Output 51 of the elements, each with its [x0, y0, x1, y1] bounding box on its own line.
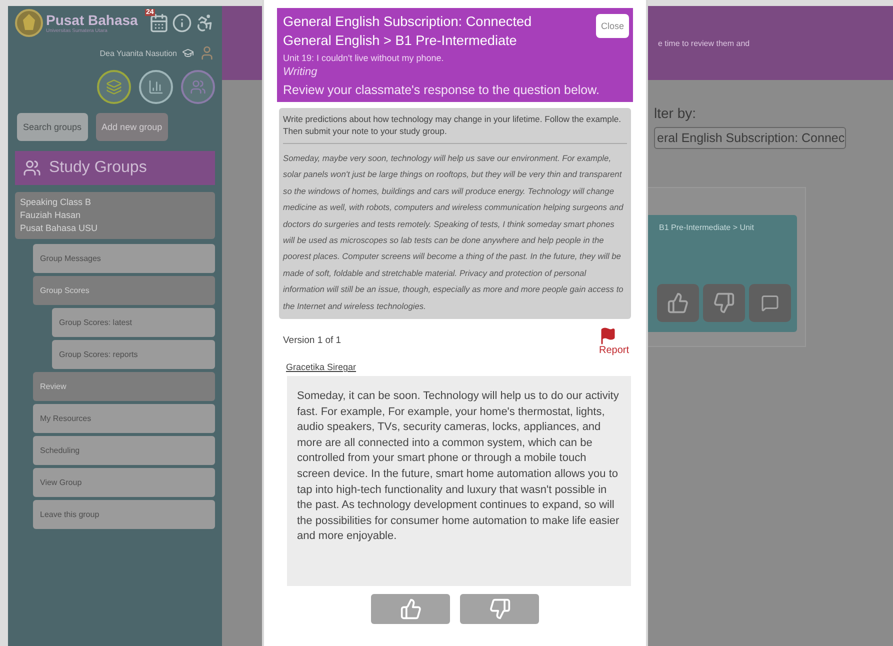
like-button[interactable] [371, 594, 450, 624]
sidebar-item[interactable]: Group Scores [33, 276, 215, 305]
author-link[interactable]: Gracetika Siregar [286, 362, 356, 372]
chart-icon[interactable] [139, 70, 173, 104]
sidebar-item[interactable]: Review [33, 372, 215, 401]
filter-select[interactable]: eral English Subscription: Connec [654, 127, 846, 149]
response-text: Someday, it can be soon. Technology will help us to do our activity fast. For example, For example, your home's thermostat, lights, audio speakers, TVs, security cameras, locks, appliances, and more are all connected into a common system, which can be controlled from your smart phone or through a mobile touch screen device. In the future, smart home automation allows you to tap into high-tech functionality and luxury that wasn't possible in the past. As technology development continues to expand, so will the possibilities for consumer home automation to make life easier and more enjoyable. [287, 376, 631, 586]
header-text: e time to review them and [658, 38, 750, 48]
section-title: Study Groups [49, 159, 147, 177]
graduation-cap-icon [182, 47, 194, 59]
instruction-text: Review your classmate's response to the question below. [283, 83, 600, 97]
users-icon [23, 159, 41, 177]
thumbs-up-icon [400, 598, 422, 620]
avatar-icon[interactable] [199, 45, 215, 61]
version-label: Version 1 of 1 [283, 335, 342, 346]
thumbs-down-icon [713, 292, 735, 314]
filter-label: lter by: [654, 105, 698, 121]
sidebar-button[interactable]: Search groups [17, 113, 88, 141]
card-title: B1 Pre-Intermediate > Unit [658, 223, 755, 232]
example-text: Someday, maybe very soon, technology will help us save our environment. For example, solar panels won't just be large things on rooftops, but they will be very thin and transparent so the windows of homes, buildings and cars will produce energy. Technology will change medicine as well, with robots, computers and wireless communication helping surgeons and doctors do surgeries and tests remotely. Speaking of tests, I think someday smart phones will be used as microscopes so lab tests can be done anywhere and help people in the poorest places. Computer screens will become a thing of the past. In the future, they will be made of soft, foldable and stretchable material. Privacy and protection of personal information will still be an issue, though, especially as more and more people gain access to the Internet and wireless technologies. [283, 152, 624, 313]
close-button[interactable]: Close [596, 14, 629, 38]
group-line: Fauziah Hasan [20, 209, 82, 222]
sidebar-item[interactable]: Group Scores: reports [52, 340, 215, 369]
brand-title: Pusat Bahasa [46, 12, 139, 28]
like-button[interactable] [657, 284, 699, 322]
dislike-button[interactable] [703, 284, 745, 322]
question-text: Write predictions about how technology may change in your lifetime. Follow the example. Then submit your note to your study group. [283, 113, 622, 137]
group-line: Speaking Class B [20, 196, 92, 209]
sidebar-item[interactable]: Group Messages [33, 244, 215, 273]
sidebar-item[interactable]: Leave this group [33, 500, 215, 529]
group-line: Pusat Bahasa USU [20, 222, 99, 235]
sidebar-item[interactable]: Group Scores: latest [52, 308, 215, 337]
layers-icon[interactable] [97, 70, 131, 104]
users-icon[interactable] [181, 70, 215, 104]
info-icon[interactable] [172, 13, 192, 33]
sidebar-item[interactable]: Scheduling [33, 436, 215, 465]
comment-icon [761, 294, 779, 312]
thumbs-down-icon [488, 598, 510, 620]
report-link[interactable]: Report [598, 327, 629, 356]
dislike-button[interactable] [460, 594, 539, 624]
sidebar-item[interactable]: View Group [33, 468, 215, 497]
comment-button[interactable] [749, 284, 791, 322]
logo-icon [15, 8, 43, 38]
unit-title: Unit 19: I couldn't live without my phone. [283, 53, 445, 63]
flag-icon [598, 327, 617, 346]
dialog-title: General English Subscription: Connected General English > B1 Pre-Intermediate [283, 13, 533, 50]
thumbs-up-icon [667, 292, 689, 314]
sidebar-item[interactable]: My Resources [33, 404, 215, 433]
activity-type: Writing [283, 66, 318, 78]
group-card[interactable]: Speaking Class B Fauziah Hasan Pusat Bahasa USU [15, 192, 215, 239]
user-name: Dea Yuanita Nasution [100, 48, 177, 58]
